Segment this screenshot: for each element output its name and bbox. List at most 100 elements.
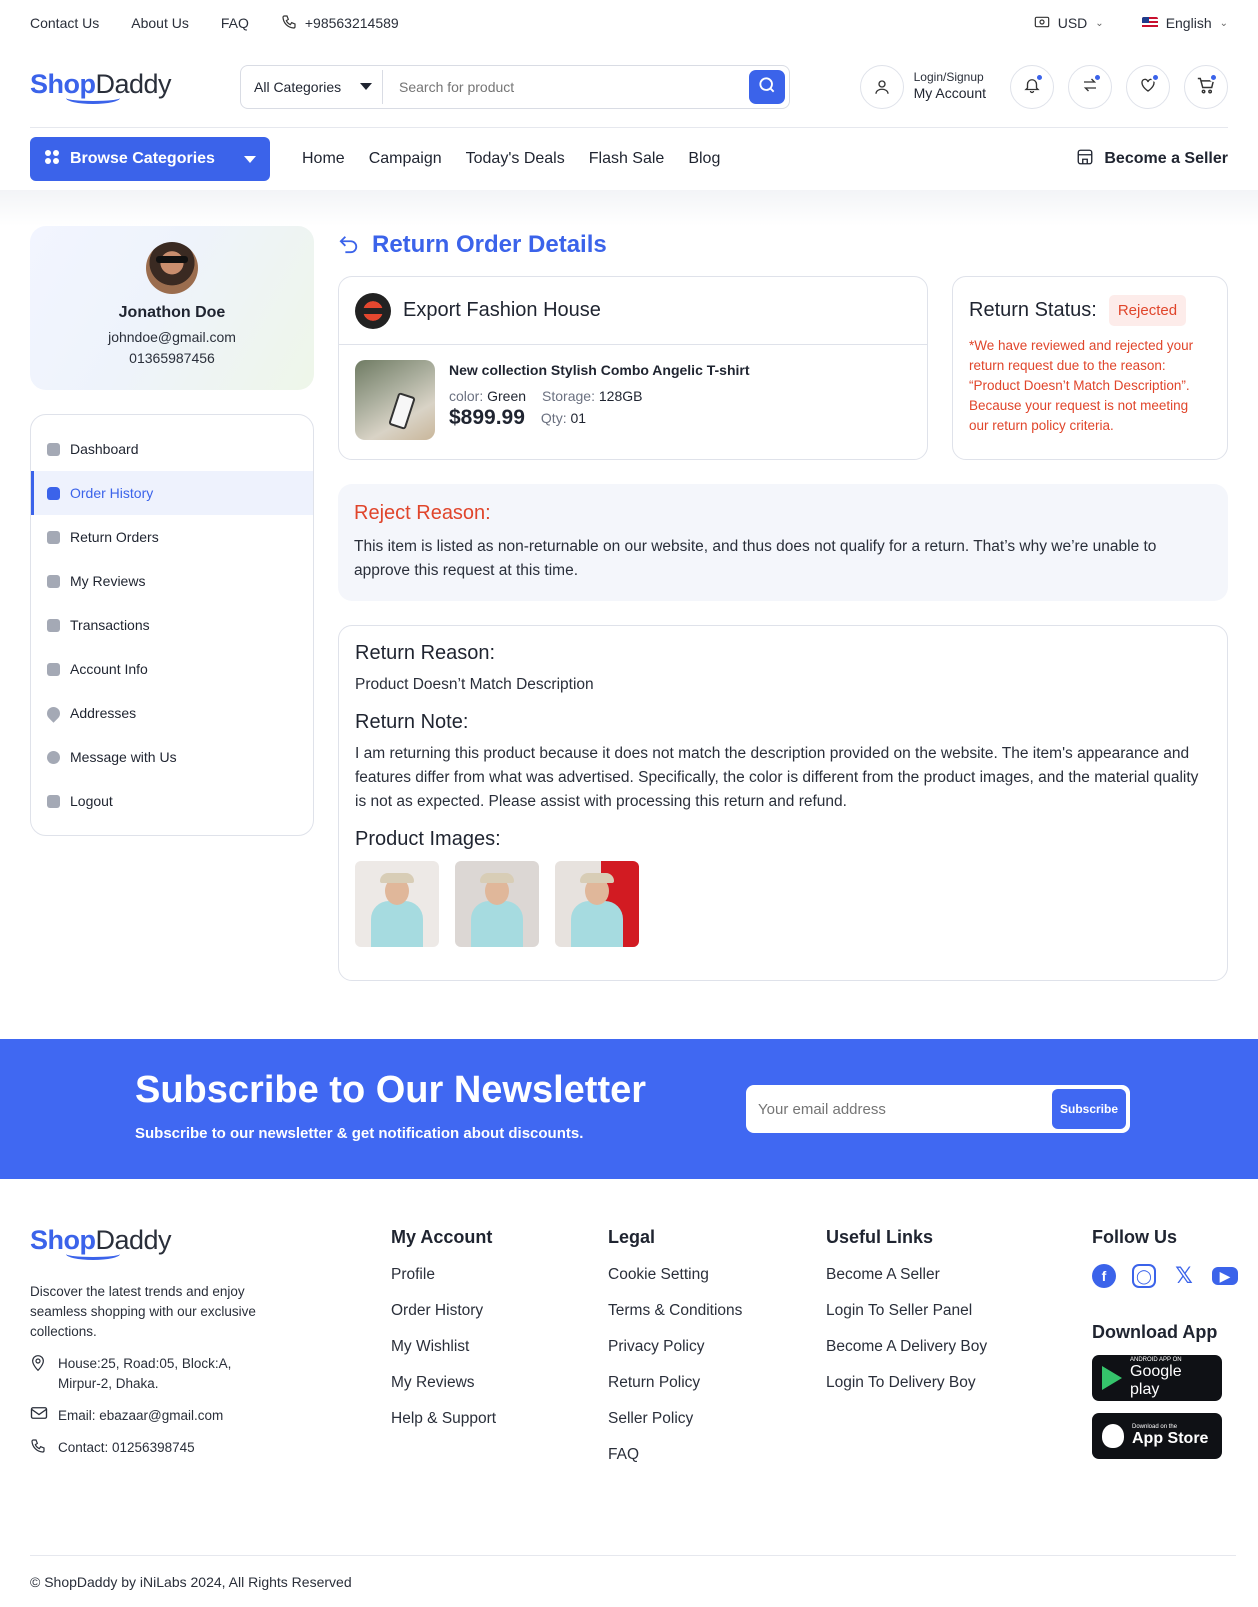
search-icon <box>757 75 777 98</box>
footer-link-profile[interactable]: Profile <box>391 1265 496 1284</box>
sidebar-item-account-info[interactable]: Account Info <box>31 647 313 691</box>
product-thumbnail[interactable] <box>355 360 435 440</box>
footer-link-become-delivery[interactable]: Become A Delivery Boy <box>826 1337 987 1356</box>
become-seller-link[interactable]: Become a Seller <box>1076 148 1228 171</box>
phone-contact[interactable]: +98563214589 <box>281 14 399 33</box>
footer-link-seller-panel[interactable]: Login To Seller Panel <box>826 1301 987 1320</box>
search-input[interactable] <box>383 78 749 95</box>
sidebar-item-my-reviews[interactable]: My Reviews <box>31 559 313 603</box>
footer-link-return-policy[interactable]: Return Policy <box>608 1373 742 1392</box>
caret-down-icon <box>244 155 256 163</box>
footer-logo[interactable]: ShopDaddy <box>30 1225 240 1260</box>
search-button[interactable] <box>749 69 785 104</box>
nav-blog[interactable]: Blog <box>688 150 720 168</box>
newsletter-email-input[interactable] <box>750 1100 1052 1118</box>
nav-home[interactable]: Home <box>302 150 345 168</box>
shopdaddy-logo[interactable]: ShopDaddy <box>30 69 240 104</box>
product-title[interactable]: New collection Stylish Combo Angelic T-s… <box>449 362 750 378</box>
sidebar-item-label: Return Orders <box>70 529 159 545</box>
footer-link-cookie[interactable]: Cookie Setting <box>608 1265 742 1284</box>
footer-link-delivery-login[interactable]: Login To Delivery Boy <box>826 1373 987 1392</box>
contact-us-link[interactable]: Contact Us <box>30 15 99 31</box>
notification-button[interactable] <box>1010 64 1054 109</box>
browse-categories-button[interactable]: Browse Categories <box>30 137 270 181</box>
chevron-down-icon: ⌄ <box>1095 17 1104 29</box>
faq-link[interactable]: FAQ <box>221 15 249 31</box>
my-account-label: My Account <box>913 85 986 102</box>
footer-link-help[interactable]: Help & Support <box>391 1409 496 1428</box>
sidebar-item-message[interactable]: Message with Us <box>31 735 313 779</box>
currency-select[interactable]: USD ⌄ <box>1034 15 1104 31</box>
x-twitter-icon[interactable]: 𝕏 <box>1172 1263 1196 1288</box>
newsletter-subtitle: Subscribe to our newsletter & get notifi… <box>135 1125 584 1142</box>
footer-link-privacy[interactable]: Privacy Policy <box>608 1337 742 1356</box>
footer-link-seller-policy[interactable]: Seller Policy <box>608 1409 742 1428</box>
back-arrow-icon[interactable] <box>338 234 360 257</box>
location-pin-icon <box>30 1354 48 1394</box>
footer-link-terms[interactable]: Terms & Conditions <box>608 1301 742 1320</box>
footer-link-order-history[interactable]: Order History <box>391 1301 496 1320</box>
phone-number: +98563214589 <box>304 15 399 31</box>
return-icon <box>47 530 60 544</box>
subscribe-button[interactable]: Subscribe <box>1052 1089 1126 1129</box>
return-image-3[interactable] <box>555 861 639 947</box>
nav-campaign[interactable]: Campaign <box>369 150 442 168</box>
caret-down-icon <box>360 83 372 90</box>
reject-reason-title: Reject Reason: <box>354 502 491 524</box>
footer-link-reviews[interactable]: My Reviews <box>391 1373 496 1392</box>
return-order-details: Return Order Details Export Fashion Hous… <box>338 226 1228 981</box>
sidebar-item-transactions[interactable]: Transactions <box>31 603 313 647</box>
sidebar-item-logout[interactable]: Logout <box>31 779 313 823</box>
dashboard-icon <box>47 442 60 456</box>
facebook-icon[interactable]: f <box>1092 1264 1116 1288</box>
footer-about: Discover the latest trends and enjoy sea… <box>30 1284 256 1339</box>
sidebar-item-order-history[interactable]: Order History <box>31 471 313 515</box>
app-store-button[interactable]: Download on the App Store <box>1092 1413 1222 1459</box>
language-select[interactable]: English ⌄ <box>1141 15 1228 31</box>
sidebar-item-addresses[interactable]: Addresses <box>31 691 313 735</box>
return-image-1[interactable] <box>355 861 439 947</box>
google-play-icon <box>1102 1366 1122 1390</box>
cart-button[interactable] <box>1184 64 1228 109</box>
return-note-text: I am returning this product because it d… <box>355 745 1199 810</box>
bag-icon <box>47 486 60 500</box>
footer-link-faq[interactable]: FAQ <box>608 1445 742 1464</box>
profile-email: johndoe@gmail.com <box>108 329 236 345</box>
sidebar-item-dashboard[interactable]: Dashboard <box>31 427 313 471</box>
nav-flash-sale[interactable]: Flash Sale <box>589 150 665 168</box>
footer-link-wishlist[interactable]: My Wishlist <box>391 1337 496 1356</box>
product-images-title: Product Images: <box>355 828 501 850</box>
return-image-2[interactable] <box>455 861 539 947</box>
account-menu[interactable]: Login/Signup My Account <box>859 64 986 109</box>
footer-address: House:25, Road:05, Block:A, Mirpur-2, Dh… <box>30 1354 260 1394</box>
wishlist-button[interactable] <box>1126 64 1170 109</box>
sidebar-item-label: Account Info <box>70 661 148 677</box>
profile-name: Jonathon Doe <box>118 304 226 321</box>
id-card-icon <box>47 662 60 676</box>
sidebar-item-label: Transactions <box>70 617 150 633</box>
store-icon <box>1076 148 1094 171</box>
footer-contact: Contact: 01256398745 <box>30 1438 260 1460</box>
sidebar-item-label: Addresses <box>70 705 137 721</box>
mail-icon <box>30 1406 48 1426</box>
footer-email: Email: ebazaar@gmail.com <box>30 1406 260 1426</box>
sidebar-item-return-orders[interactable]: Return Orders <box>31 515 313 559</box>
return-status-label: Return Status: <box>969 299 1097 321</box>
about-us-link[interactable]: About Us <box>131 15 189 31</box>
youtube-icon[interactable]: ▶ <box>1212 1267 1238 1285</box>
footer-link-become-seller[interactable]: Become A Seller <box>826 1265 987 1284</box>
apple-icon <box>1102 1424 1124 1448</box>
shop-name[interactable]: Export Fashion House <box>403 299 601 322</box>
page-title: Return Order Details <box>338 228 1228 262</box>
category-select[interactable]: All Categories <box>245 69 383 104</box>
google-play-button[interactable]: ANDROID APP ON Google play <box>1092 1355 1222 1401</box>
nav-todays-deals[interactable]: Today's Deals <box>466 150 565 168</box>
product-price: $899.99 <box>449 406 525 429</box>
logo-smile <box>66 92 120 104</box>
cart-dot <box>1209 72 1218 82</box>
instagram-icon[interactable]: ◯ <box>1132 1264 1156 1288</box>
star-icon <box>47 574 60 588</box>
currency-value: USD <box>1057 15 1088 31</box>
sidebar-item-label: Logout <box>70 793 113 809</box>
compare-button[interactable] <box>1068 64 1112 109</box>
